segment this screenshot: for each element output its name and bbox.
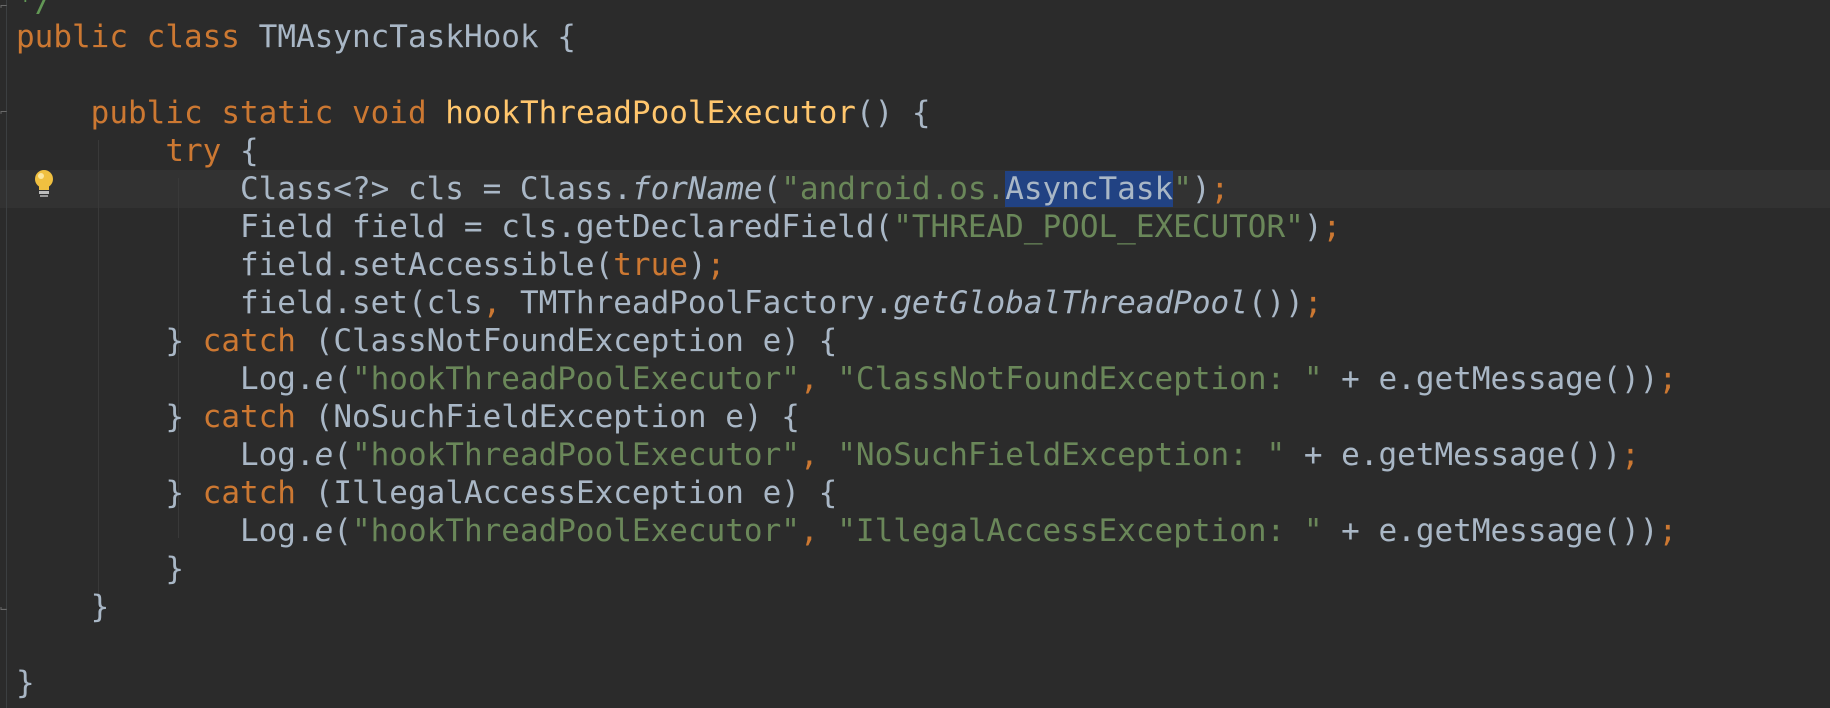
keyword: catch [202,323,296,359]
semicolon: ; [1658,361,1678,397]
paren: ( [762,171,782,207]
brace: } [16,665,35,701]
code-text: field.set(cls [239,285,483,321]
brace: } [165,323,184,359]
string-literal: "ClassNotFoundException: " [837,361,1323,397]
code-line-14: Log.e("hookThreadPoolExecutor", "Illegal… [16,512,1677,550]
keyword: try [165,133,222,169]
keyword: true [613,247,688,283]
paren: ) [1191,171,1211,207]
code-line-11: } catch (NoSuchFieldException e) { [16,398,800,436]
code-area[interactable]: */ public class TMAsyncTaskHook { public… [16,0,1826,708]
code-text: + e.getMessage()) [1322,513,1659,549]
comment-tail: */ [16,0,54,19]
class-name: TMAsyncTaskHook [258,19,539,55]
code-line-4: try { [16,132,259,170]
code-line-1: public class TMAsyncTaskHook { [16,18,576,56]
string-literal: "android.os. [781,171,1006,207]
method-call: e [314,513,334,549]
paren: ( [333,361,352,397]
keyword: public [90,95,203,131]
string-literal: "THREAD_POOL_EXECUTOR" [893,209,1304,245]
code-editor[interactable]: ⌐ ⌐ ⌙ */ public class TMAsyncTaskHook { … [0,0,1830,708]
string-literal: " [1173,171,1192,207]
code-text: (NoSuchFieldException e) { [314,399,800,435]
code-text: + e.getMessage()) [1322,361,1659,397]
keyword: public [16,19,128,55]
paren: ( [333,513,352,549]
comma: , [799,437,819,473]
semicolon: ; [1210,171,1230,207]
paren: ) [687,247,707,283]
keyword: void [351,95,427,131]
brace: } [90,589,110,625]
code-line-9: } catch (ClassNotFoundException e) { [16,322,837,360]
code-text: TMThreadPoolFactory. [501,285,894,321]
code-text: Log. [239,513,315,549]
code-line-16: } [16,588,110,626]
code-text: field.setAccessible( [239,247,614,283]
code-line-8: field.set(cls, TMThreadPoolFactory.getGl… [16,284,1323,322]
string-literal: "NoSuchFieldException: " [837,437,1286,473]
code-line-18: } [16,664,35,702]
code-line-13: } catch (IllegalAccessException e) { [16,474,837,512]
brace: } [165,475,184,511]
keyword: class [146,19,240,55]
code-text: Class<?> cls = Class. [239,171,632,207]
paren: ( [333,437,352,473]
fold-marker-icon[interactable]: ⌐ [0,106,12,118]
brace: { [239,133,259,169]
semicolon: ; [1322,209,1342,245]
code-line-7: field.setAccessible(true); [16,246,725,284]
code-text: + e.getMessage()) [1285,437,1622,473]
keyword: catch [202,475,296,511]
brace: { [557,19,576,55]
fold-marker-icon[interactable]: ⌐ [0,0,12,12]
method-call: e [314,361,334,397]
method-call: forName [631,171,763,207]
keyword: static [221,95,334,131]
comma: , [799,513,819,549]
code-text: Field field = cls.getDeclaredField( [239,209,894,245]
semicolon: ; [1658,513,1678,549]
code-text: Log. [239,437,315,473]
code-line-5: Class<?> cls = Class.forName("android.os… [16,170,1229,208]
brace: } [165,551,184,587]
code-line-3: public static void hookThreadPoolExecuto… [16,94,931,132]
method-name: hookThreadPoolExecutor [445,95,856,131]
paren: ()) [1247,285,1304,321]
paren: ) [1303,209,1323,245]
string-literal: "hookThreadPoolExecutor" [351,361,800,397]
comma: , [482,285,502,321]
code-line-10: Log.e("hookThreadPoolExecutor", "ClassNo… [16,360,1677,398]
semicolon: ; [1303,285,1323,321]
keyword: catch [202,399,296,435]
code-text: (ClassNotFoundException e) { [314,323,838,359]
code-line-15: } [16,550,184,588]
string-literal: "hookThreadPoolExecutor" [351,513,800,549]
semicolon: ; [706,247,726,283]
method-call: getGlobalThreadPool [893,285,1248,321]
code-line-12: Log.e("hookThreadPoolExecutor", "NoSuchF… [16,436,1640,474]
comma: , [799,361,819,397]
selected-text: AsyncTask [1005,171,1174,207]
fold-marker-icon[interactable]: ⌙ [0,602,12,614]
code-line-6: Field field = cls.getDeclaredField("THRE… [16,208,1341,246]
code-text: (IllegalAccessException e) { [314,475,838,511]
string-literal: "hookThreadPoolExecutor" [351,437,800,473]
string-literal: "IllegalAccessException: " [837,513,1323,549]
brace: } [165,399,184,435]
method-call: e [314,437,334,473]
params: () { [855,95,931,131]
code-text: Log. [239,361,315,397]
semicolon: ; [1621,437,1640,473]
code-line-0: */ [16,0,53,20]
